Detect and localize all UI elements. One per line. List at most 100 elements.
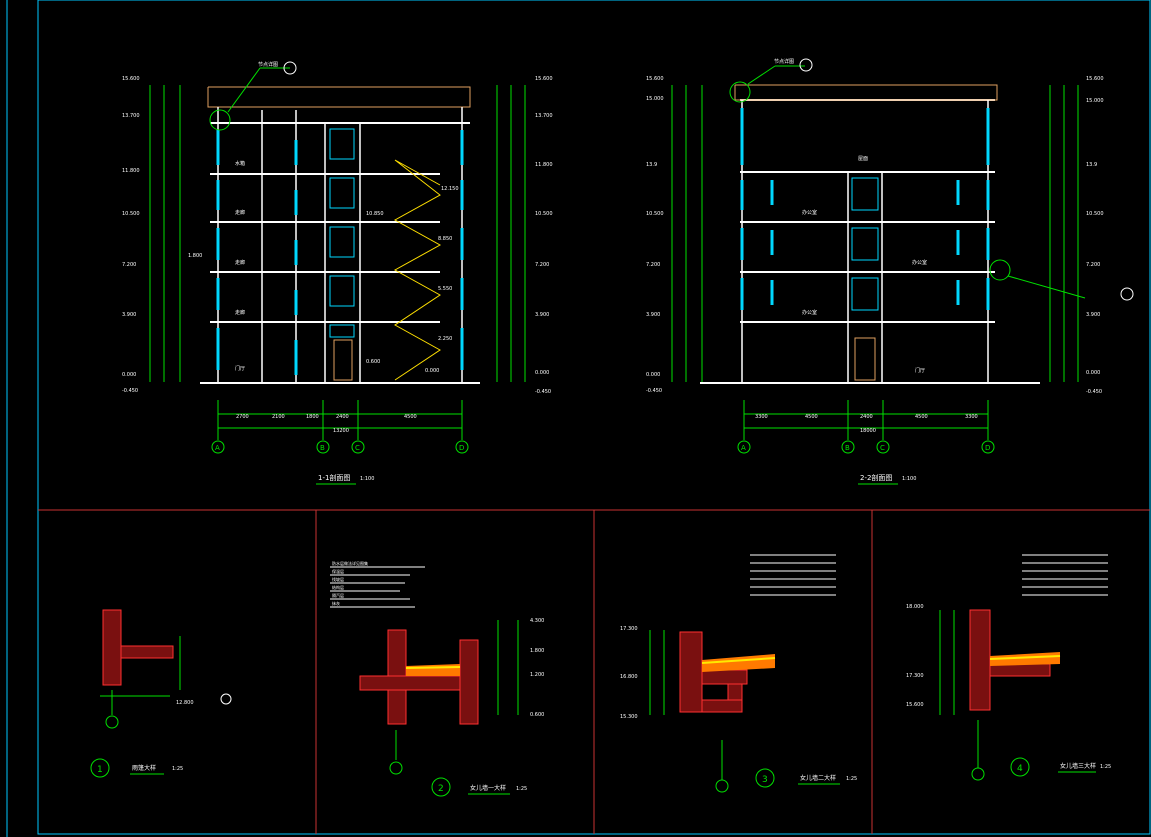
note-line-6: 抹灰 <box>332 600 340 606</box>
detail4-elev-1: 18.000 <box>906 604 924 610</box>
s1-elev-left-7: 0.000 <box>122 372 136 378</box>
s1-elev-left-6: 3.900 <box>122 312 136 318</box>
s2-elev-right-5: 7.200 <box>1086 262 1100 268</box>
s2-glazing <box>740 108 990 310</box>
s1-elev-right-1: 15.600 <box>535 76 553 82</box>
s2-elev-left-6: 3.900 <box>646 312 660 318</box>
s2-elev-right-6: 3.900 <box>1086 312 1100 318</box>
section1-axis-B: B <box>320 444 325 452</box>
detail3-elev-3: 15.300 <box>620 714 638 720</box>
s2-roof-parapet <box>734 84 998 101</box>
s1-elev-left-8: -0.450 <box>122 388 138 394</box>
s1-elev-right-3: 11.800 <box>535 162 553 168</box>
s2-elev-right-7: 0.000 <box>1086 370 1100 376</box>
window-glazing <box>216 130 464 375</box>
note-line-1: 防水层做法详见图集 <box>332 560 368 566</box>
s2-windows <box>851 177 879 381</box>
detail2-scale: 1:25 <box>516 786 527 792</box>
section1-axis-D: D <box>459 444 464 452</box>
section1-dim-1: 2700 <box>236 414 249 420</box>
detail4-title: 女儿墙三大样 <box>1060 762 1096 770</box>
callout-circle <box>209 109 231 131</box>
s2-elev-left-7: 0.000 <box>646 372 660 378</box>
s1-stair-level-2: 10.850 <box>366 211 384 217</box>
section2-axis-A: A <box>741 444 746 452</box>
s2-room-2: 办公室 <box>802 209 817 216</box>
note-line-4: 结构层 <box>332 584 344 590</box>
s2-elev-left-1: 15.600 <box>646 76 664 82</box>
s1-elev-left-1: 15.600 <box>122 76 140 82</box>
section2-axis-D: D <box>985 444 990 452</box>
detail2-elev-2: 1.800 <box>530 648 544 654</box>
s1-elev-right-4: 10.500 <box>535 211 553 217</box>
section2-title: 2-2剖面图 <box>860 473 892 482</box>
section2-callout: 节点详图 <box>774 58 794 65</box>
section2-axis-bubbles <box>737 440 995 454</box>
section-1-1-drawing: 节点详图 <box>149 61 526 440</box>
s2-room-5: 门厅 <box>915 367 925 374</box>
note-line-3: 找坡层 <box>332 576 344 582</box>
s2-elev-left-2: 15.000 <box>646 96 664 102</box>
s2-elev-right-2: 15.000 <box>1086 98 1104 104</box>
s1-stair-level-5: 2.250 <box>438 336 452 342</box>
detail3-scale: 1:25 <box>846 776 857 782</box>
s1-stair-level-4: 5.550 <box>438 286 452 292</box>
s1-room-2: 走廊 <box>235 209 245 216</box>
s2-left-dimension-chains <box>671 85 703 382</box>
stair-flights <box>393 159 442 381</box>
s1-elev-left-4: 10.500 <box>122 211 140 217</box>
s2-elev-left-8: -0.450 <box>646 388 662 394</box>
s1-room-1: 水箱 <box>235 160 245 167</box>
detail2-title: 女儿墙一大样 <box>470 784 506 792</box>
s1-elev-left-3: 11.800 <box>122 168 140 174</box>
s1-elev-right-2: 13.700 <box>535 113 553 119</box>
right-dimension-chains <box>496 85 526 382</box>
s2-walls <box>741 100 989 383</box>
s2-axis-grid-lines <box>743 400 989 440</box>
detail3-elev-2: 16.800 <box>620 674 638 680</box>
section2-dim-3: 2400 <box>860 414 873 420</box>
s2-elev-left-4: 10.500 <box>646 211 664 217</box>
s1-elev-right-8: -0.450 <box>535 389 551 395</box>
section1-dim-5: 4500 <box>404 414 417 420</box>
s2-right-dimension-chains <box>1049 85 1079 382</box>
section2-axis-B: B <box>845 444 850 452</box>
section1-scale: 1:100 <box>360 476 374 482</box>
s2-elev-right-3: 13.9 <box>1086 162 1097 168</box>
section2-dim-5: 3300 <box>965 414 978 420</box>
stair-windows <box>329 128 355 381</box>
section1-axis-bubbles <box>211 440 469 454</box>
section2-total-dim: 18000 <box>860 428 876 434</box>
left-dimension-chains <box>149 85 181 382</box>
section1-landing-label: 1.800 <box>188 253 202 259</box>
s2-elev-left-5: 7.200 <box>646 262 660 268</box>
s1-elev-right-7: 0.000 <box>535 370 549 376</box>
s2-elev-right-4: 10.500 <box>1086 211 1104 217</box>
section2-scale: 1:100 <box>902 476 916 482</box>
detail-1-canopy <box>90 609 232 778</box>
detail2-num: 2 <box>438 784 444 794</box>
note-line-2: 保温层 <box>332 568 344 574</box>
section1-title: 1-1剖面图 <box>318 473 350 482</box>
s1-elev-right-5: 7.200 <box>535 262 549 268</box>
s2-room-4: 办公室 <box>802 309 817 316</box>
axis-grid-lines <box>217 400 463 440</box>
detail1-scale: 1:25 <box>172 766 183 772</box>
s1-elev-left-5: 7.200 <box>122 262 136 268</box>
section2-dim-4: 4500 <box>915 414 928 420</box>
detail2-elev-3: 1.200 <box>530 672 544 678</box>
s1-room-5: 门厅 <box>235 365 245 372</box>
s2-elev-left-3: 13.9 <box>646 162 657 168</box>
detail2-elev-4: 0.600 <box>530 712 544 718</box>
section2-dim-1: 3300 <box>755 414 768 420</box>
s2-room-1: 屋面 <box>858 156 868 162</box>
cad-drawing-canvas: 节点详图 A B C D 13200 2700 2100 1800 2400 4… <box>6 0 1151 837</box>
s2-elev-right-8: -0.450 <box>1086 389 1102 395</box>
s2-elev-right-1: 15.600 <box>1086 76 1104 82</box>
detail-3-parapet <box>649 554 836 793</box>
s1-room-3: 走廊 <box>235 259 245 266</box>
note-line-5: 隔汽层 <box>332 592 344 598</box>
detail3-title: 女儿墙二大样 <box>800 774 836 782</box>
detail3-elev-1: 17.300 <box>620 626 638 632</box>
section2-axis-C: C <box>880 444 885 452</box>
